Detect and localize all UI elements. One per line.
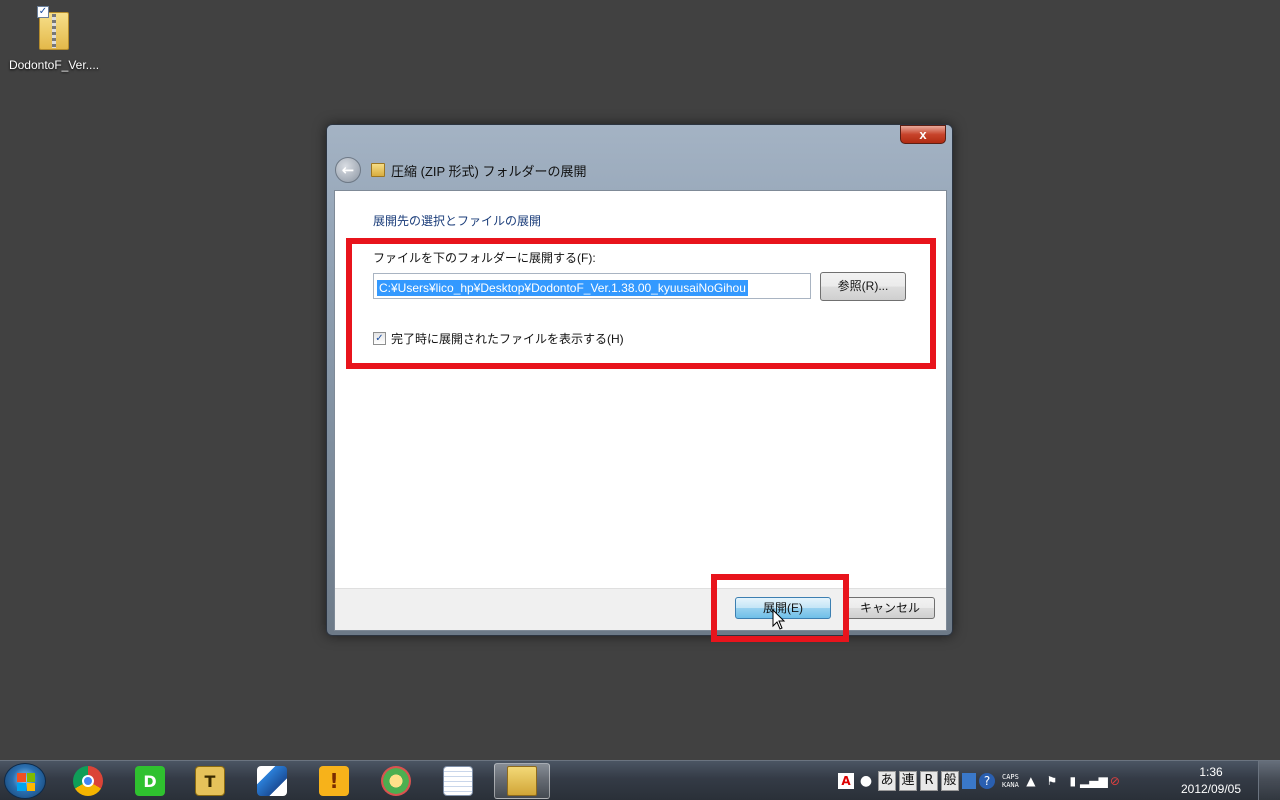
ime-dictionary[interactable]: 般 [941,771,959,791]
zip-folder-icon: ✓ [37,6,71,50]
paint-app-icon [381,766,411,796]
highlight-box-destination [346,238,936,369]
ime-pad-icon[interactable] [962,773,976,789]
back-arrow-icon[interactable]: ← [335,157,361,183]
action-center-flag-icon[interactable]: ⚑ [1043,772,1061,790]
dot-icon[interactable]: ● [857,772,875,790]
extract-zip-dialog: x ← 圧縮 (ZIP 形式) フォルダーの展開 展開先の選択とファイルの展開 … [326,124,953,636]
taskbar-app-green[interactable]: D [122,763,178,799]
taskbar-app-explorer[interactable] [494,763,550,799]
ime-roman-input[interactable]: R [920,771,938,791]
feather-pen-icon [257,766,287,796]
notepad-icon [443,766,473,796]
highlight-box-extract [711,574,849,642]
ime-mode-hiragana[interactable]: あ [878,771,896,791]
windows-logo-icon [17,773,35,791]
taskbar: D T ! A ● あ 連 R 般 ? CAPS KANA ▲ ⚑ ▮ ▂▄▆ … [0,760,1280,800]
line-app-icon: D [135,766,165,796]
caps-kana-indicator: CAPS KANA [1002,773,1019,789]
exclamation-app-icon: ! [319,766,349,796]
file-explorer-icon [507,766,537,796]
volume-muted-icon[interactable]: ⊘ [1106,772,1124,790]
dialog-heading: 展開先の選択とファイルの展開 [373,214,542,228]
selection-check-icon: ✓ [37,6,49,18]
dialog-title: 圧縮 (ZIP 形式) フォルダーの展開 [391,163,587,179]
adobe-icon[interactable]: A [838,773,854,789]
clock-time: 1:36 [1199,765,1223,779]
text-editor-icon: T [195,766,225,796]
ime-conversion-mode[interactable]: 連 [899,771,917,791]
dialog-footer: 展開(E) キャンセル [335,588,946,630]
help-icon[interactable]: ? [979,773,995,789]
clock-date: 2012/09/05 [1180,782,1242,796]
taskbar-app-chrome[interactable] [60,763,116,799]
taskbar-app-feather[interactable] [244,763,300,799]
cancel-button[interactable]: キャンセル [845,597,935,619]
start-button[interactable] [4,763,46,799]
network-signal-icon[interactable]: ▂▄▆ [1080,772,1108,790]
taskbar-clock[interactable]: 1:36 2012/09/05 [1176,764,1246,798]
close-button[interactable]: x [900,125,946,144]
desktop-zip-icon[interactable]: ✓ DodontoF_Ver.... [4,6,104,72]
taskbar-app-text[interactable]: T [182,763,238,799]
taskbar-app-alert[interactable]: ! [306,763,362,799]
taskbar-app-notepad[interactable] [430,763,486,799]
dialog-title-bar: ← 圧縮 (ZIP 形式) フォルダーの展開 [335,156,586,184]
show-desktop-button[interactable] [1258,761,1280,800]
desktop-icon-label: DodontoF_Ver.... [8,58,100,72]
system-tray: A ● あ 連 R 般 ? CAPS KANA ▲ ⚑ ▮ ▂▄▆ ⊘ [838,769,1124,793]
tray-expand-icon[interactable]: ▲ [1022,772,1040,790]
chrome-icon [73,766,103,796]
zip-folder-icon [371,163,385,177]
taskbar-app-paint[interactable] [368,763,424,799]
